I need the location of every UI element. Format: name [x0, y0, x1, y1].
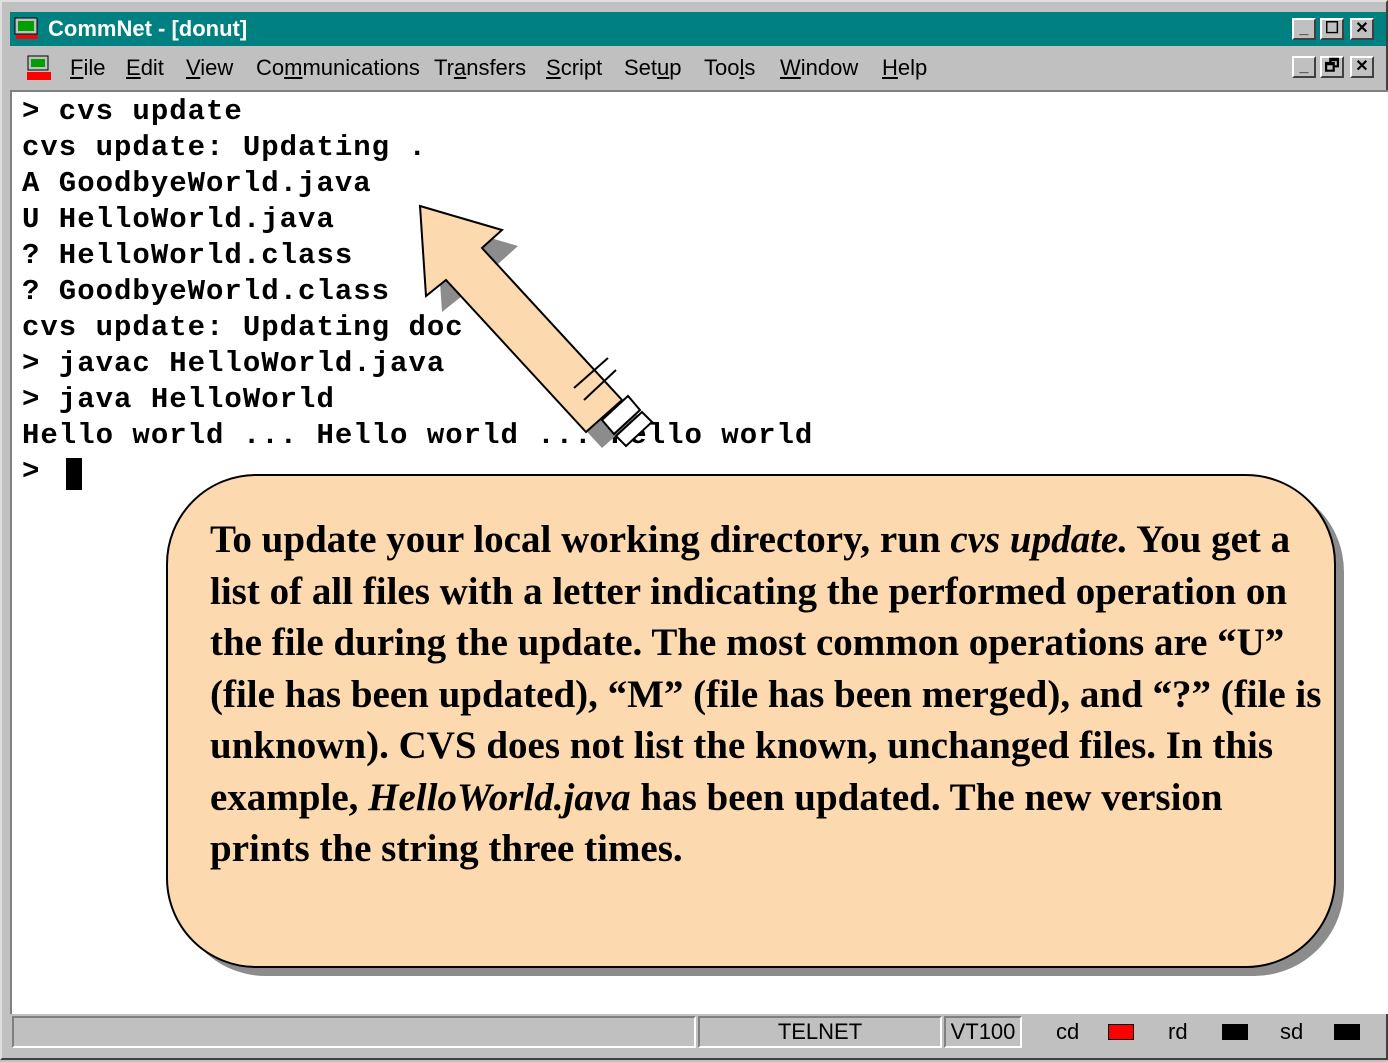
callout-filename: HelloWorld.java [368, 775, 631, 819]
rd-indicator-icon [1222, 1024, 1248, 1040]
callout-text: To update your local working directory, … [210, 514, 1330, 875]
callout-segment: You get a list of all files with a lette… [210, 518, 1322, 819]
callout-segment: To update your local working directory, … [210, 518, 951, 561]
protocol-status: TELNET [698, 1016, 942, 1048]
status-message-cell [12, 1016, 696, 1048]
cd-indicator-icon [1108, 1024, 1134, 1040]
sd-indicator-icon [1334, 1024, 1360, 1040]
status-bar: TELNET VT100 cd rd sd [10, 1016, 1386, 1052]
emulation-status: VT100 [944, 1016, 1022, 1048]
commnet-window: CommNet - [donut] _ ☐ ✕ File Edit View C… [0, 0, 1388, 1060]
cd-label: cd [1056, 1019, 1080, 1044]
callout-command: cvs update. [950, 518, 1128, 561]
sd-label: sd [1280, 1019, 1304, 1044]
rd-label: rd [1168, 1019, 1188, 1044]
